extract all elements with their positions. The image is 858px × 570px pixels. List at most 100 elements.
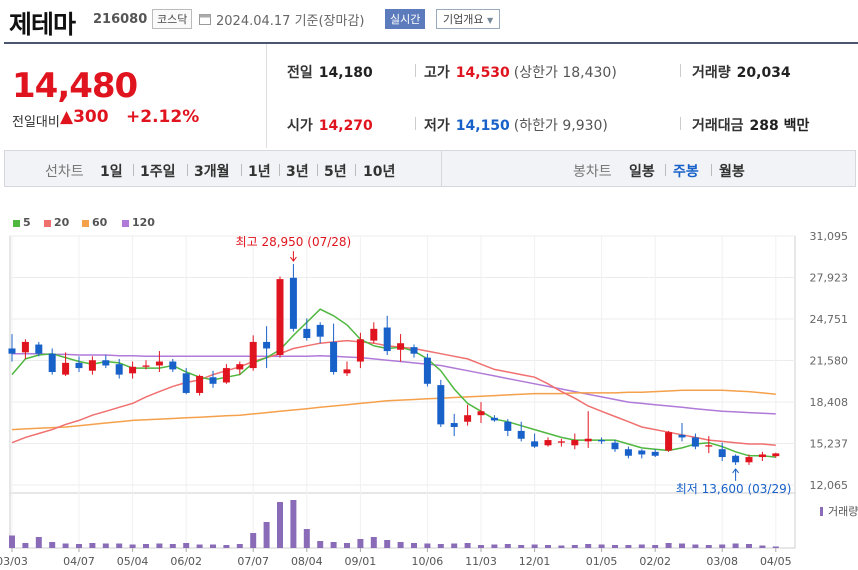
- candle-body: [155, 361, 163, 366]
- volume-bar: [196, 544, 203, 548]
- x-tick-label: 11/03: [465, 555, 497, 568]
- candle-body: [129, 366, 137, 374]
- candle-body: [102, 360, 110, 366]
- volume-bar: [612, 545, 618, 548]
- volume-bar: [719, 544, 726, 548]
- x-tick-label: 02/02: [639, 555, 671, 568]
- plot-frame: [9, 235, 796, 549]
- candle-body: [35, 344, 43, 354]
- candle-body: [678, 434, 686, 438]
- volume-bar: [156, 543, 163, 548]
- volume-bar: [705, 545, 712, 548]
- x-tick-label: 04/07: [63, 555, 95, 568]
- candle-body: [383, 327, 391, 352]
- volume-bar: [746, 544, 752, 548]
- x-tick-label: 09/01: [345, 555, 377, 568]
- volume-bar: [759, 545, 766, 548]
- candle-body: [611, 442, 619, 450]
- candle-body: [303, 328, 311, 338]
- volume-bar: [504, 544, 511, 548]
- high-arrow: [290, 251, 297, 262]
- candle-body: [598, 440, 606, 442]
- ma60-line: [11, 389, 776, 431]
- candle-body: [571, 440, 579, 446]
- candle-body: [477, 411, 485, 416]
- volume-bar: [290, 500, 297, 548]
- candle-body: [182, 373, 190, 393]
- candle-body: [450, 423, 458, 427]
- volume-bar: [210, 544, 216, 548]
- candle-body: [410, 347, 418, 354]
- low-annotation: 최저 13,600 (03/29): [676, 482, 792, 496]
- candle-body: [21, 341, 29, 353]
- candle-body: [209, 377, 217, 384]
- volume-bar: [732, 543, 739, 548]
- x-tick-label: 03/03: [0, 555, 28, 568]
- volume-bar: [665, 543, 672, 548]
- candle-body: [356, 339, 364, 362]
- y-tick-label: 24,751: [810, 313, 849, 326]
- candle-body: [75, 362, 83, 369]
- volume-bar: [464, 543, 471, 548]
- volume-bar: [129, 544, 136, 548]
- volume-bar: [638, 544, 645, 548]
- volume-bar: [585, 544, 592, 548]
- volume-bar: [571, 545, 578, 548]
- x-tick-label: 05/04: [117, 555, 149, 568]
- candle-body: [651, 451, 659, 456]
- volume-bar: [625, 545, 632, 548]
- price-chart[interactable]: 12,065 15,237 18,408 21,580 24,751 27,923 31,0…: [0, 0, 858, 570]
- volume-bar: [223, 545, 230, 548]
- candle-body: [531, 441, 539, 447]
- low-arrow: [732, 468, 739, 481]
- candle-body: [691, 437, 699, 447]
- volume-bar: [62, 543, 69, 548]
- volume-bar: [679, 543, 685, 548]
- candle-body: [316, 324, 324, 337]
- candle-body: [115, 364, 123, 375]
- candle-body: [437, 385, 445, 425]
- candle-body: [88, 360, 96, 371]
- candle-body: [718, 449, 726, 458]
- volume-bar: [277, 502, 283, 548]
- volume-bar: [76, 544, 82, 548]
- volume-bar: [250, 533, 257, 548]
- x-tick-label: 01/05: [586, 555, 618, 568]
- candle-body: [196, 375, 204, 393]
- volume-bar: [236, 544, 243, 548]
- volume-bar: [652, 545, 659, 548]
- volume-bar: [518, 545, 525, 548]
- candle-body: [62, 362, 70, 375]
- candle-body: [330, 341, 338, 373]
- candle-body: [48, 353, 56, 373]
- volume-bar: [558, 545, 565, 548]
- volume-bar: [478, 545, 484, 548]
- volume-bar: [437, 544, 444, 548]
- volume-bar: [397, 542, 404, 548]
- candle-body: [142, 365, 150, 367]
- volume-bar: [545, 545, 551, 548]
- volume-bar: [370, 537, 377, 548]
- volume-bar: [424, 543, 431, 548]
- volume-bar: [411, 543, 417, 548]
- volume-bar: [143, 544, 149, 548]
- candle-body: [8, 348, 16, 354]
- candle-body: [490, 417, 498, 421]
- candle-body: [464, 415, 472, 422]
- volume-bar: [22, 543, 29, 548]
- volume-bar: [35, 537, 42, 548]
- x-tick-label: 04/05: [760, 555, 792, 568]
- volume-bar: [317, 541, 324, 548]
- volume-bar: [330, 542, 337, 548]
- x-tick-label: 08/04: [291, 555, 323, 568]
- x-tick-label: 12/01: [519, 555, 551, 568]
- x-tick-label: 10/06: [412, 555, 444, 568]
- volume-bar: [303, 529, 310, 548]
- candle-body: [584, 438, 592, 442]
- volume-bar: [49, 542, 56, 548]
- candle-body: [732, 455, 740, 463]
- candle-body: [276, 279, 284, 356]
- volume-legend-swatch: [820, 507, 823, 516]
- volume-bar: [451, 543, 458, 548]
- candle-body: [397, 343, 405, 350]
